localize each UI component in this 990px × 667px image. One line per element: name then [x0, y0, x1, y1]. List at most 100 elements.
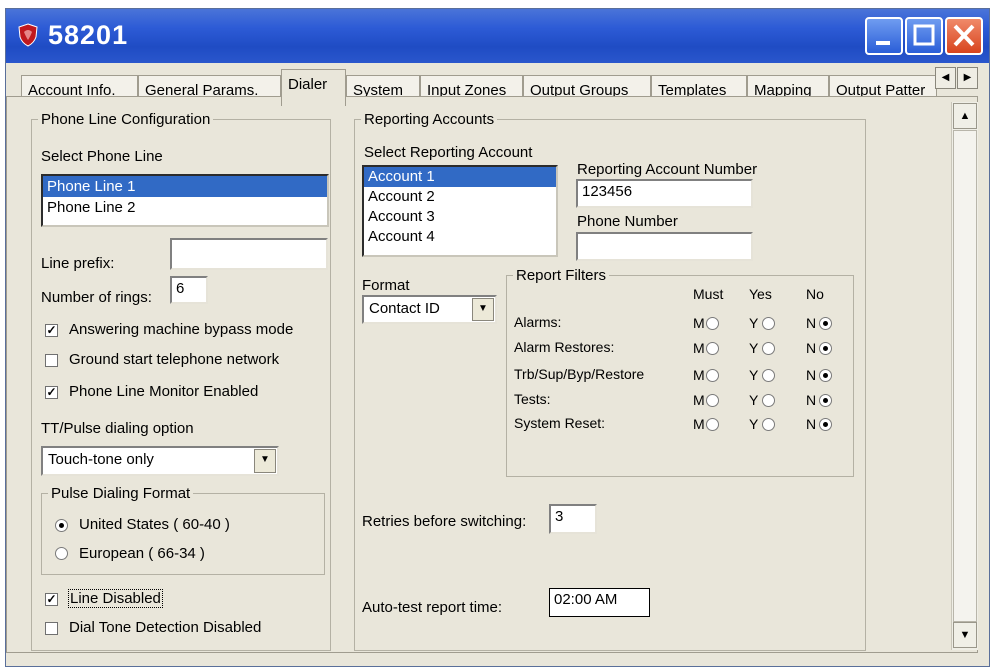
filter-alarm-restores-label: Alarm Restores: [514, 339, 615, 355]
filter-yes-radio[interactable] [762, 394, 775, 407]
retries-label: Retries before switching: [362, 513, 527, 530]
vertical-scrollbar[interactable]: ▲ ▼ [951, 102, 978, 650]
list-item[interactable]: Phone Line 1 [43, 176, 327, 197]
line-prefix-label: Line prefix: [41, 255, 115, 272]
dialing-option-select[interactable]: Touch-tone only ▼ [41, 446, 279, 476]
scrollbar-thumb[interactable] [953, 130, 977, 622]
answering-machine-bypass-label: Answering machine bypass mode [69, 321, 294, 338]
phone-line-list[interactable]: Phone Line 1 Phone Line 2 [41, 174, 329, 227]
filter-no-letter: N [806, 315, 817, 331]
chevron-down-icon[interactable]: ▼ [254, 449, 276, 473]
format-value: Contact ID [369, 300, 440, 317]
filter-yes-letter: Y [749, 416, 759, 432]
reporting-accounts-legend: Reporting Accounts [364, 111, 495, 128]
filter-no-letter: N [806, 367, 817, 383]
reporting-account-list[interactable]: Account 1 Account 2 Account 3 Account 4 [362, 165, 558, 257]
filter-trouble-label: Trb/Sup/Byp/Restore [514, 366, 645, 382]
ground-start-checkbox[interactable] [45, 354, 58, 367]
window-title: 58201 [48, 20, 129, 50]
auto-test-label: Auto-test report time: [362, 599, 503, 616]
tab-dialer[interactable]: Dialer [281, 69, 346, 106]
minimize-button[interactable] [865, 17, 903, 55]
dial-tone-detection-checkbox[interactable] [45, 622, 58, 635]
column-yes: Yes [749, 286, 772, 302]
phone-number-field[interactable] [576, 232, 753, 261]
pulse-dialing-format-legend: Pulse Dialing Format [51, 485, 191, 502]
arrow-left-icon: ◀ [941, 72, 950, 83]
filter-must-radio[interactable] [706, 369, 719, 382]
arrow-down-icon: ▼ [959, 629, 971, 641]
filter-yes-letter: Y [749, 340, 759, 356]
filter-must-radio[interactable] [706, 317, 719, 330]
list-item[interactable]: Account 3 [364, 207, 556, 227]
filter-must-radio[interactable] [706, 394, 719, 407]
tab-scroll-arrows: ◀ ▶ [935, 67, 979, 91]
select-reporting-account-label: Select Reporting Account [364, 144, 533, 161]
answering-machine-bypass-checkbox[interactable]: ✓ [45, 324, 58, 337]
filter-must-radio[interactable] [706, 342, 719, 355]
list-item[interactable]: Phone Line 2 [43, 197, 327, 218]
close-button[interactable] [945, 17, 983, 55]
list-item[interactable]: Account 1 [364, 167, 556, 187]
filter-no-radio[interactable] [819, 418, 832, 431]
title-bar[interactable]: 58201 [6, 9, 989, 63]
phone-number-label: Phone Number [577, 213, 678, 230]
pulse-us-radio[interactable] [55, 519, 68, 532]
list-item[interactable]: Account 2 [364, 187, 556, 207]
phone-line-monitor-checkbox[interactable]: ✓ [45, 386, 58, 399]
tab-scroll-left-button[interactable]: ◀ [935, 67, 956, 89]
auto-test-time-field[interactable]: 02:00 AM [549, 588, 650, 617]
reporting-account-number-label: Reporting Account Number [577, 161, 758, 178]
phone-line-monitor-label: Phone Line Monitor Enabled [69, 383, 259, 400]
tab-scroll-right-button[interactable]: ▶ [957, 67, 978, 89]
line-disabled-checkbox[interactable]: ✓ [45, 593, 58, 606]
scroll-down-button[interactable]: ▼ [953, 622, 977, 648]
filter-yes-radio[interactable] [762, 369, 775, 382]
dialer-panel: Phone Line Configuration Select Phone Li… [6, 96, 978, 653]
scroll-up-button[interactable]: ▲ [953, 103, 977, 129]
filter-must-radio[interactable] [706, 418, 719, 431]
filter-yes-letter: Y [749, 367, 759, 383]
phone-line-configuration-legend: Phone Line Configuration [41, 111, 211, 128]
filter-system-reset-label: System Reset: [514, 415, 606, 431]
number-of-rings-field[interactable]: 6 [170, 276, 208, 304]
reporting-account-number-field[interactable]: 123456 [576, 179, 753, 208]
filter-no-radio[interactable] [819, 369, 832, 382]
filter-alarms-label: Alarms: [514, 314, 562, 330]
maximize-icon [913, 24, 935, 46]
filter-yes-radio[interactable] [762, 317, 775, 330]
line-disabled-label: Line Disabled [68, 589, 163, 608]
list-item[interactable]: Account 4 [364, 227, 556, 247]
filter-yes-letter: Y [749, 392, 759, 408]
filter-yes-radio[interactable] [762, 342, 775, 355]
ground-start-label: Ground start telephone network [69, 351, 280, 368]
filter-must-letter: M [693, 392, 705, 408]
dialing-option-label: TT/Pulse dialing option [41, 420, 194, 437]
dial-tone-detection-label: Dial Tone Detection Disabled [69, 619, 262, 636]
retries-field[interactable]: 3 [549, 504, 597, 534]
filter-no-radio[interactable] [819, 317, 832, 330]
filter-must-letter: M [693, 315, 705, 331]
filter-no-letter: N [806, 416, 817, 432]
filter-no-radio[interactable] [819, 342, 832, 355]
filter-no-radio[interactable] [819, 394, 832, 407]
filter-must-letter: M [693, 340, 705, 356]
filter-no-letter: N [806, 392, 817, 408]
filter-yes-radio[interactable] [762, 418, 775, 431]
pulse-european-radio[interactable] [55, 547, 68, 560]
filter-yes-letter: Y [749, 315, 759, 331]
report-filters-legend: Report Filters [516, 267, 607, 284]
shield-icon [18, 23, 38, 47]
number-of-rings-label: Number of rings: [41, 289, 152, 306]
chevron-down-icon[interactable]: ▼ [472, 298, 494, 321]
line-prefix-field[interactable] [170, 238, 328, 270]
pulse-us-label: United States ( 60-40 ) [79, 516, 230, 533]
format-select[interactable]: Contact ID ▼ [362, 295, 497, 324]
arrow-right-icon: ▶ [963, 72, 972, 83]
dialing-option-value: Touch-tone only [48, 451, 154, 468]
filter-must-letter: M [693, 367, 705, 383]
maximize-button[interactable] [905, 17, 943, 55]
format-label: Format [362, 277, 410, 294]
select-phone-line-label: Select Phone Line [41, 148, 163, 165]
filter-must-letter: M [693, 416, 705, 432]
